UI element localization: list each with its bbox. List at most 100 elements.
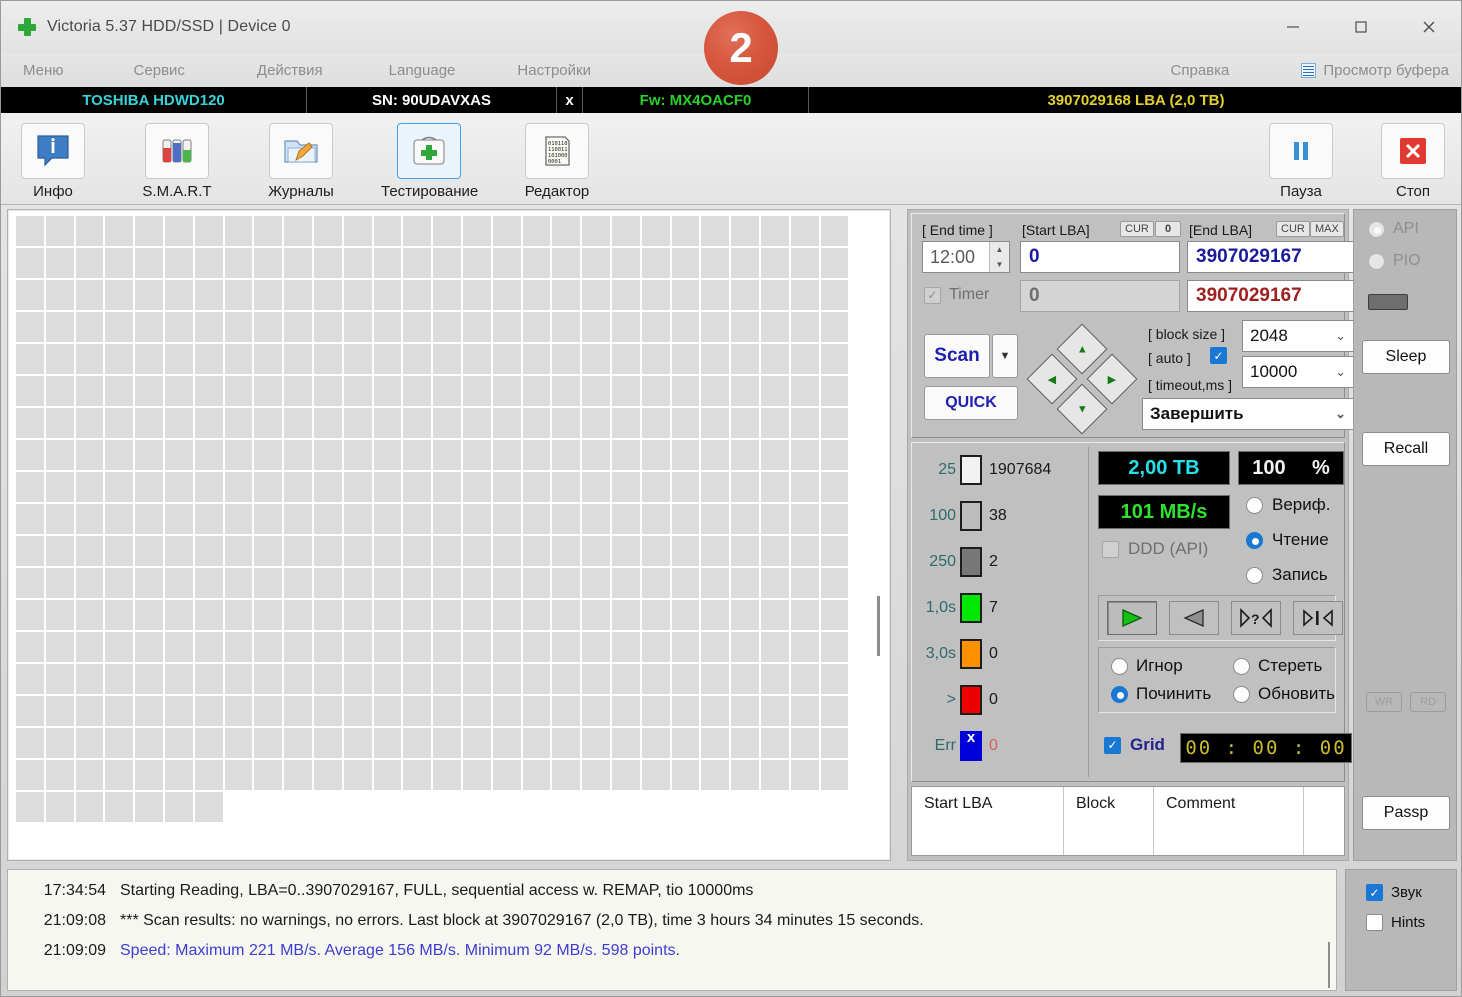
sound-option-row[interactable]: ✓ Звук	[1366, 884, 1422, 901]
block-map-cell[interactable]	[164, 376, 195, 408]
block-map-cell[interactable]	[343, 344, 374, 376]
end-lba-input[interactable]: 3907029167	[1187, 241, 1355, 273]
block-map-cell[interactable]	[760, 440, 791, 472]
block-map-cell[interactable]	[641, 760, 672, 792]
block-map-cell[interactable]	[224, 568, 255, 600]
block-map-cell[interactable]	[16, 216, 46, 248]
block-map-cell[interactable]	[403, 248, 434, 280]
block-map-cell[interactable]	[254, 760, 285, 792]
block-map-cell[interactable]	[254, 280, 285, 312]
block-map-cell[interactable]	[760, 472, 791, 504]
block-map-cell[interactable]	[284, 376, 314, 408]
block-map-cell[interactable]	[462, 312, 493, 344]
block-map-cell[interactable]	[760, 376, 791, 408]
block-map-cell[interactable]	[701, 760, 732, 792]
block-map-cell[interactable]	[641, 568, 672, 600]
block-map-cell[interactable]	[403, 472, 434, 504]
block-map-cell[interactable]	[135, 728, 165, 760]
block-map-cell[interactable]	[522, 568, 553, 600]
block-map-cell[interactable]	[522, 440, 553, 472]
block-map-cell[interactable]	[582, 760, 612, 792]
block-map-cell[interactable]	[582, 728, 612, 760]
block-map-cell[interactable]	[313, 376, 344, 408]
block-map-cell[interactable]	[790, 344, 821, 376]
device-close-x[interactable]: x	[557, 87, 583, 113]
block-map-cell[interactable]	[582, 344, 612, 376]
block-map-cell[interactable]	[522, 728, 553, 760]
block-map-cell[interactable]	[254, 600, 285, 632]
block-map-cell[interactable]	[194, 600, 225, 632]
rd-button[interactable]: RD	[1410, 692, 1446, 712]
block-map-cell[interactable]	[731, 696, 761, 728]
block-map-cell[interactable]	[552, 440, 583, 472]
block-map-cell[interactable]	[224, 664, 255, 696]
block-map-cell[interactable]	[433, 600, 463, 632]
block-map-cell[interactable]	[492, 728, 523, 760]
block-map-cell[interactable]	[284, 312, 314, 344]
block-map-cell[interactable]	[462, 536, 493, 568]
block-map-cell[interactable]	[16, 536, 46, 568]
sound-checkbox[interactable]: ✓	[1366, 884, 1383, 901]
block-map-cell[interactable]	[433, 728, 463, 760]
block-map-cell[interactable]	[671, 376, 702, 408]
block-map-cell[interactable]	[194, 536, 225, 568]
block-map-cell[interactable]	[820, 728, 851, 760]
block-map-cell[interactable]	[522, 376, 553, 408]
block-map-cell[interactable]	[254, 344, 285, 376]
scan-button[interactable]: Scan	[924, 334, 990, 378]
block-map-cell[interactable]	[16, 792, 46, 824]
block-map-cell[interactable]	[701, 504, 732, 536]
block-map-cell[interactable]	[373, 312, 404, 344]
block-map-cell[interactable]	[701, 376, 732, 408]
action-ignore-row[interactable]: Игнор	[1111, 656, 1183, 676]
block-map-cell[interactable]	[492, 344, 523, 376]
block-map-cell[interactable]	[224, 696, 255, 728]
block-map-cell[interactable]	[462, 632, 493, 664]
block-map-cell[interactable]	[105, 760, 136, 792]
block-map-cell[interactable]	[820, 440, 851, 472]
block-map-cell[interactable]	[343, 696, 374, 728]
block-map-cell[interactable]	[284, 536, 314, 568]
block-map-cell[interactable]	[701, 696, 732, 728]
block-map-cell[interactable]	[462, 568, 493, 600]
block-map-cell[interactable]	[433, 248, 463, 280]
block-map-cell[interactable]	[433, 280, 463, 312]
block-map-cell[interactable]	[552, 696, 583, 728]
block-map-cell[interactable]	[611, 536, 642, 568]
block-map-cell[interactable]	[224, 632, 255, 664]
block-map-cell[interactable]	[582, 504, 612, 536]
block-map-cell[interactable]	[194, 344, 225, 376]
mode-verify-row[interactable]: Вериф.	[1246, 495, 1330, 515]
passport-button[interactable]: Passp	[1362, 796, 1450, 830]
block-map-cell[interactable]	[105, 216, 136, 248]
block-map-cell[interactable]	[790, 504, 821, 536]
block-map-cell[interactable]	[790, 728, 821, 760]
block-map-cell[interactable]	[760, 600, 791, 632]
block-map-cell[interactable]	[284, 280, 314, 312]
block-map-cell[interactable]	[701, 600, 732, 632]
block-map-cell[interactable]	[105, 504, 136, 536]
block-map-cell[interactable]	[45, 568, 76, 600]
block-map-cell[interactable]	[135, 216, 165, 248]
block-map-cell[interactable]	[284, 632, 314, 664]
block-map-cell[interactable]	[522, 504, 553, 536]
timer-checkbox-row[interactable]: ✓ Timer	[924, 286, 989, 304]
log-row[interactable]: 21:09:08 *** Scan results: no warnings, n…	[8, 906, 1320, 936]
block-map-cell[interactable]	[16, 568, 46, 600]
block-map-cell[interactable]	[552, 312, 583, 344]
block-map-cell[interactable]	[164, 632, 195, 664]
toolbar-button-pause[interactable]: Пауза	[1253, 123, 1349, 200]
block-map-cell[interactable]	[45, 792, 76, 824]
block-map-cell[interactable]	[731, 280, 761, 312]
block-map-cell[interactable]	[16, 280, 46, 312]
block-map-cell[interactable]	[433, 632, 463, 664]
block-map-cell[interactable]	[194, 504, 225, 536]
after-action-select[interactable]: Завершить ⌄	[1142, 398, 1354, 430]
block-map-cell[interactable]	[75, 248, 106, 280]
block-map-cell[interactable]	[790, 440, 821, 472]
block-map-cell[interactable]	[760, 216, 791, 248]
block-map-cell[interactable]	[105, 632, 136, 664]
block-map-cell[interactable]	[760, 760, 791, 792]
mode-read-radio[interactable]	[1246, 531, 1263, 549]
block-map-cell[interactable]	[403, 760, 434, 792]
